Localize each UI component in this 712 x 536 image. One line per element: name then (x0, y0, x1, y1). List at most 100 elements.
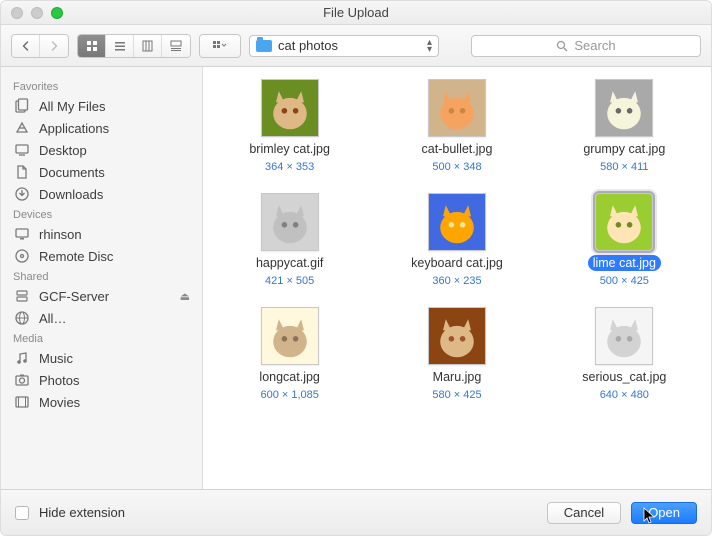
sidebar-item-label: All My Files (39, 99, 105, 114)
applications-icon (13, 120, 31, 136)
music-icon (13, 350, 31, 366)
sidebar-item-music[interactable]: Music (1, 347, 202, 369)
sidebar-item-label: Music (39, 351, 73, 366)
file-item[interactable]: grumpy cat.jpg 580 × 411 (546, 79, 703, 173)
movies-icon (13, 394, 31, 410)
file-name: brimley cat.jpg (244, 141, 335, 157)
folder-icon (256, 40, 272, 52)
titlebar: File Upload (1, 1, 711, 25)
file-item[interactable]: happycat.gif 421 × 505 (211, 193, 368, 287)
file-dimensions: 600 × 1,085 (260, 389, 318, 401)
sidebar-item-label: Applications (39, 121, 109, 136)
file-grid: brimley cat.jpg 364 × 353 cat-bullet.jpg 50… (203, 67, 711, 489)
sidebar-item-label: Documents (39, 165, 105, 180)
sidebar-item-remote-disc[interactable]: Remote Disc (1, 245, 202, 267)
file-dimensions: 580 × 411 (600, 161, 648, 173)
file-item[interactable]: longcat.jpg 600 × 1,085 (211, 307, 368, 401)
search-icon (556, 40, 568, 52)
file-dimensions: 364 × 353 (265, 161, 314, 173)
file-item[interactable]: lime cat.jpg 500 × 425 (546, 193, 703, 287)
sidebar-item-gcf-server[interactable]: GCF-Server ⏏ (1, 285, 202, 307)
documents-icon (13, 164, 31, 180)
file-dimensions: 580 × 425 (432, 389, 481, 401)
hide-extension-label: Hide extension (39, 505, 125, 520)
file-item[interactable]: Maru.jpg 580 × 425 (378, 307, 535, 401)
sidebar-group-label: Favorites (1, 77, 202, 95)
forward-button[interactable] (40, 35, 68, 57)
file-upload-dialog: File Upload (0, 0, 712, 536)
sidebar-item-photos[interactable]: Photos (1, 369, 202, 391)
file-thumbnail[interactable] (428, 79, 486, 137)
sidebar-item-label: Photos (39, 373, 79, 388)
computer-icon (13, 226, 31, 242)
sidebar-item-label: All… (39, 311, 66, 326)
search-field[interactable]: Search (471, 35, 701, 57)
minimize-window-button[interactable] (31, 7, 43, 19)
arrange-button[interactable] (200, 35, 240, 57)
file-item[interactable]: brimley cat.jpg 364 × 353 (211, 79, 368, 173)
file-dimensions: 360 × 235 (432, 275, 481, 287)
sidebar-item-movies[interactable]: Movies (1, 391, 202, 413)
file-name: longcat.jpg (254, 369, 324, 385)
file-name: Maru.jpg (428, 369, 487, 385)
window-controls (11, 7, 63, 19)
server-icon (13, 288, 31, 304)
sidebar-item-downloads[interactable]: Downloads (1, 183, 202, 205)
column-view-button[interactable] (134, 35, 162, 57)
all-files-icon (13, 98, 31, 114)
sidebar-item-label: rhinson (39, 227, 82, 242)
coverflow-view-button[interactable] (162, 35, 190, 57)
file-name: keyboard cat.jpg (406, 255, 508, 271)
downloads-icon (13, 186, 31, 202)
search-placeholder: Search (574, 38, 615, 53)
file-dimensions: 500 × 348 (432, 161, 481, 173)
file-dimensions: 421 × 505 (265, 275, 314, 287)
sidebar-item-label: Movies (39, 395, 80, 410)
open-button[interactable]: Open (631, 502, 697, 524)
window-title: File Upload (323, 5, 389, 20)
desktop-icon (13, 142, 31, 158)
sidebar-item-desktop[interactable]: Desktop (1, 139, 202, 161)
file-item[interactable]: serious_cat.jpg640 × 480 (546, 307, 703, 401)
close-window-button[interactable] (11, 7, 23, 19)
sidebar-item-applications[interactable]: Applications (1, 117, 202, 139)
popup-chevrons-icon: ▴▾ (427, 39, 432, 53)
nav-buttons (11, 34, 69, 58)
disc-icon (13, 248, 31, 264)
file-name: cat-bullet.jpg (417, 141, 498, 157)
file-thumbnail[interactable] (428, 193, 486, 251)
icon-view-button[interactable] (78, 35, 106, 57)
file-dimensions: 640 × 480 (600, 389, 649, 401)
sidebar-item-rhinson[interactable]: rhinson (1, 223, 202, 245)
eject-icon[interactable]: ⏏ (180, 290, 190, 303)
file-name: lime cat.jpg (588, 255, 661, 271)
sidebar-item-label: GCF-Server (39, 289, 109, 304)
sidebar-group-label: Devices (1, 205, 202, 223)
file-thumbnail[interactable] (428, 307, 486, 365)
file-thumbnail[interactable] (595, 79, 653, 137)
file-thumbnail[interactable] (595, 193, 653, 251)
zoom-window-button[interactable] (51, 7, 63, 19)
list-view-button[interactable] (106, 35, 134, 57)
sidebar-item-documents[interactable]: Documents (1, 161, 202, 183)
sidebar-item-all[interactable]: All… (1, 307, 202, 329)
sidebar-group-label: Shared (1, 267, 202, 285)
cancel-button[interactable]: Cancel (547, 502, 621, 524)
file-name: grumpy cat.jpg (578, 141, 670, 157)
location-popup[interactable]: cat photos ▴▾ (249, 35, 439, 57)
file-dimensions: 500 × 425 (600, 275, 649, 287)
sidebar-group-label: Media (1, 329, 202, 347)
back-button[interactable] (12, 35, 40, 57)
file-thumbnail[interactable] (261, 193, 319, 251)
file-thumbnail[interactable] (595, 307, 653, 365)
sidebar-item-label: Desktop (39, 143, 87, 158)
sidebar-item-all-my-files[interactable]: All My Files (1, 95, 202, 117)
file-item[interactable]: keyboard cat.jpg 360 × 235 (378, 193, 535, 287)
file-name: happycat.gif (251, 255, 328, 271)
file-item[interactable]: cat-bullet.jpg 500 × 348 (378, 79, 535, 173)
sidebar-item-label: Downloads (39, 187, 103, 202)
file-thumbnail[interactable] (261, 79, 319, 137)
file-thumbnail[interactable] (261, 307, 319, 365)
sidebar-item-label: Remote Disc (39, 249, 113, 264)
hide-extension-checkbox[interactable] (15, 506, 29, 520)
